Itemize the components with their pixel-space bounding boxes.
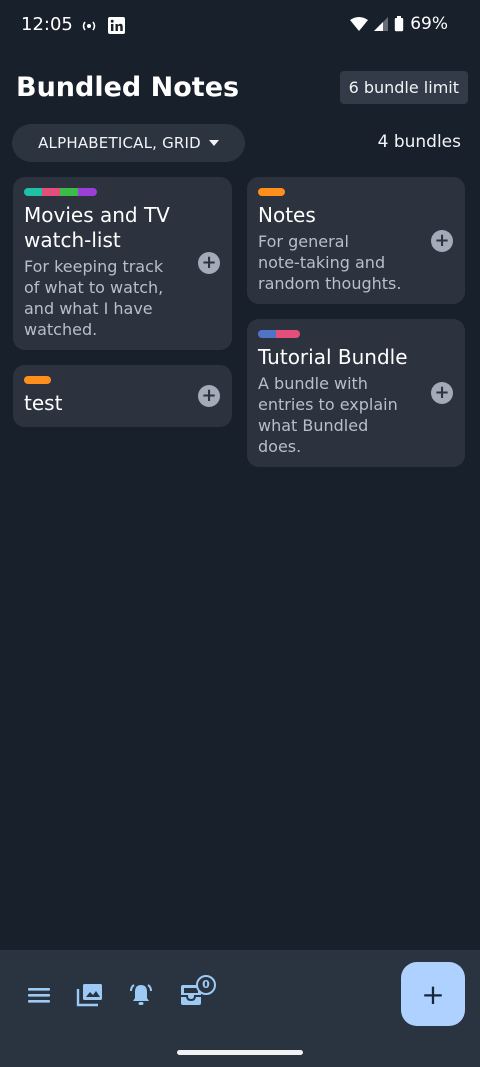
add-note-button[interactable]: + [198, 252, 220, 274]
color-segment [24, 188, 42, 196]
add-note-button[interactable]: + [431, 230, 453, 252]
color-segment [258, 188, 285, 196]
color-segment [276, 330, 300, 338]
sort-label: ALPHABETICAL, GRID [38, 134, 201, 152]
color-segment [258, 330, 276, 338]
photo-library-icon[interactable] [76, 981, 104, 1009]
chevron-down-icon [208, 140, 219, 146]
menu-icon[interactable] [26, 981, 54, 1009]
inbox-count-badge: 0 [196, 975, 216, 995]
bundle-title: Notes [258, 203, 316, 227]
bundle-card-notes[interactable]: Notes For general note-taking and random… [247, 177, 465, 304]
bundle-title: test [24, 391, 63, 415]
battery-icon [395, 16, 404, 32]
wifi-icon [350, 17, 369, 31]
add-note-button[interactable]: + [431, 382, 453, 404]
bundle-title: Movies and TV watch-list [24, 203, 170, 252]
home-indicator[interactable] [177, 1050, 303, 1055]
page-title: Bundled Notes [16, 72, 240, 103]
bundle-color-bar [24, 376, 51, 384]
linkedin-icon [108, 17, 125, 34]
bundle-card-movies[interactable]: Movies and TV watch-list For keeping tra… [13, 177, 232, 350]
new-bundle-fab[interactable]: + [401, 962, 465, 1026]
sort-dropdown[interactable]: ALPHABETICAL, GRID [12, 124, 245, 162]
bundle-card-tutorial[interactable]: Tutorial Bundle A bundle with entries to… [247, 319, 465, 467]
status-right: 69% [350, 14, 448, 34]
bundle-description: For keeping track of what to watch, and … [24, 257, 164, 339]
bundle-count: 4 bundles [377, 132, 461, 152]
color-segment [78, 188, 97, 196]
bundle-limit-chip[interactable]: 6 bundle limit [339, 71, 468, 104]
status-left-icons [80, 17, 125, 34]
battery-percent: 69% [410, 14, 448, 34]
bundle-color-bar [258, 330, 300, 338]
color-segment [42, 188, 60, 196]
hotspot-icon [82, 21, 96, 30]
signal-icon [374, 17, 389, 31]
bundle-description: For general note-taking and random thoug… [258, 232, 402, 293]
status-time: 12:05 [21, 14, 73, 35]
color-segment [24, 376, 51, 384]
notification-bell-icon[interactable] [127, 981, 155, 1009]
bundle-color-bar [24, 188, 97, 196]
bundle-card-test[interactable]: test + [13, 365, 232, 427]
add-note-button[interactable]: + [198, 385, 220, 407]
color-segment [60, 188, 78, 196]
bundle-description: A bundle with entries to explain what Bu… [258, 374, 398, 456]
bundle-color-bar [258, 188, 285, 196]
status-bar: 12:05 69% [0, 0, 480, 52]
bundle-title: Tutorial Bundle [258, 345, 408, 369]
plus-icon: + [421, 977, 445, 1011]
